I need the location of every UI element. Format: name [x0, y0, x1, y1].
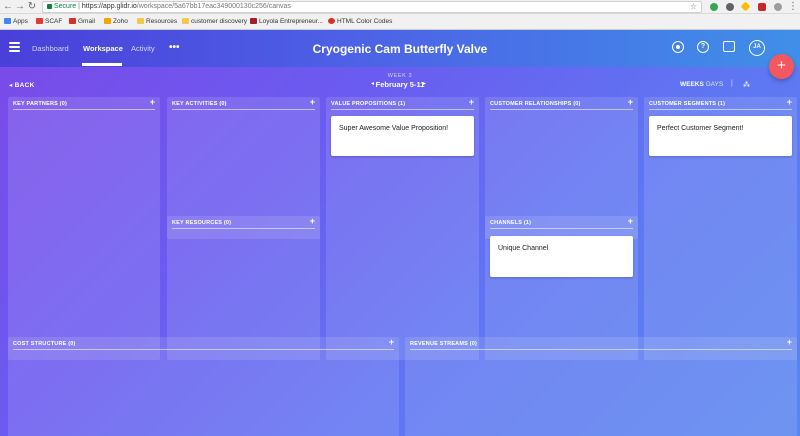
channel-card[interactable]: Unique Channel [490, 236, 633, 277]
extension-green-icon[interactable] [710, 3, 718, 11]
week-label: WEEK 3 [387, 73, 413, 79]
hamburger-menu-icon[interactable] [9, 42, 20, 52]
extension-pdf-icon[interactable] [758, 3, 766, 11]
active-tab-indicator [82, 63, 122, 66]
add-key-activity-button[interactable]: + [310, 98, 315, 107]
add-customer-relationship-button[interactable]: + [628, 98, 633, 107]
view-separator: | [731, 80, 733, 87]
reload-icon[interactable]: ↻ [27, 1, 37, 13]
next-week-icon[interactable]: ▸ [423, 80, 426, 87]
back-arrow-icon[interactable]: ← [3, 1, 13, 13]
block-title: CHANNELS (1) [490, 220, 532, 226]
add-fab-button[interactable]: + [769, 54, 794, 79]
block-revenue-streams[interactable]: REVENUE STREAMS (0) + [405, 337, 797, 436]
block-title: KEY RESOURCES (0) [172, 220, 232, 226]
hierarchy-icon[interactable]: ⁂ [743, 81, 750, 89]
bookmark-resources[interactable]: Resources [137, 18, 177, 26]
glidr-app: Dashboard Workspace Activity ••• Cryogen… [0, 30, 800, 436]
loyola-icon [250, 18, 257, 24]
add-cost-button[interactable]: + [389, 338, 394, 347]
week-range: February 5-11 [375, 80, 425, 89]
menu-dots-icon[interactable]: ⋮ [788, 1, 798, 13]
days-toggle[interactable]: DAYS [706, 81, 723, 88]
color-codes-icon [328, 18, 335, 24]
add-key-resource-button[interactable]: + [310, 217, 315, 226]
block-title: VALUE PROPOSITIONS (1) [331, 101, 406, 107]
extension-drive-icon[interactable] [740, 1, 751, 12]
add-customer-segment-button[interactable]: + [787, 98, 792, 107]
weeks-toggle[interactable]: WEEKS [680, 81, 704, 88]
back-button[interactable]: ◂ BACK [9, 81, 35, 89]
add-value-proposition-button[interactable]: + [469, 98, 474, 107]
block-title: KEY PARTNERS (0) [13, 101, 68, 107]
block-title: REVENUE STREAMS (0) [410, 341, 478, 347]
value-proposition-card[interactable]: Super Awesome Value Proposition! [331, 116, 474, 156]
bookmark-zoho[interactable]: Zoho [104, 18, 128, 26]
avatar[interactable]: JA [749, 40, 765, 56]
tab-activity[interactable]: Activity [131, 44, 155, 53]
browser-toolbar: ← → ↻ Secure | https://app.glidr.io/work… [0, 0, 800, 14]
bookmarks-bar: Apps SCAF Gmail Zoho Resources customer … [0, 14, 800, 30]
app-header: Dashboard Workspace Activity ••• Cryogen… [0, 30, 800, 67]
bookmark-apps[interactable]: Apps [4, 18, 28, 26]
block-customer-segments[interactable]: CUSTOMER SEGMENTS (1) + Perfect Customer… [644, 97, 797, 360]
inbox-icon[interactable] [723, 41, 735, 52]
url-path: /workspace/5a67bb17eac349000130c256/canv… [136, 3, 291, 10]
bookmark-customer-discovery[interactable]: customer discovery [182, 18, 247, 26]
bookmark-gmail[interactable]: Gmail [69, 18, 95, 26]
extension-camera-icon[interactable] [726, 3, 734, 11]
add-channel-button[interactable]: + [628, 217, 633, 226]
block-key-partners[interactable]: KEY PARTNERS (0) + [8, 97, 160, 360]
apps-grid-icon [4, 18, 11, 24]
profile-icon[interactable] [774, 3, 782, 11]
add-revenue-stream-button[interactable]: + [787, 338, 792, 347]
block-value-propositions[interactable]: VALUE PROPOSITIONS (1) + Super Awesome V… [326, 97, 479, 360]
bookmark-loyola[interactable]: Loyola Entrepreneur... [250, 18, 323, 26]
url-host: https://app.glidr.io [81, 3, 137, 10]
forward-arrow-icon[interactable]: → [15, 1, 25, 13]
gmail-icon [69, 18, 76, 24]
bookmark-html-color-codes[interactable]: HTML Color Codes [328, 18, 392, 26]
tab-workspace[interactable]: Workspace [83, 44, 123, 53]
add-key-partner-button[interactable]: + [150, 98, 155, 107]
lock-icon [47, 3, 52, 9]
zoho-icon [104, 18, 111, 24]
page-title: Cryogenic Cam Butterfly Valve [312, 42, 488, 56]
block-title: CUSTOMER SEGMENTS (1) [649, 101, 726, 107]
more-options-button[interactable]: ••• [169, 42, 180, 53]
scaf-icon [36, 18, 43, 24]
block-title: COST STRUCTURE (0) [13, 341, 76, 347]
folder-icon [137, 18, 144, 24]
help-icon[interactable]: ? [697, 41, 709, 53]
target-icon[interactable] [672, 41, 684, 53]
block-title: CUSTOMER RELATIONSHIPS (0) [490, 101, 581, 107]
secure-label: Secure [54, 3, 77, 10]
star-icon[interactable]: ☆ [690, 2, 697, 12]
address-bar[interactable]: Secure | https://app.glidr.io/workspace/… [42, 1, 702, 13]
customer-segment-card[interactable]: Perfect Customer Segment! [649, 116, 792, 156]
bookmark-scaf[interactable]: SCAF [36, 18, 62, 26]
folder-icon [182, 18, 189, 24]
tab-dashboard[interactable]: Dashboard [32, 44, 69, 53]
block-title: KEY ACTIVITIES (0) [172, 101, 227, 107]
block-cost-structure[interactable]: COST STRUCTURE (0) + [8, 337, 399, 436]
